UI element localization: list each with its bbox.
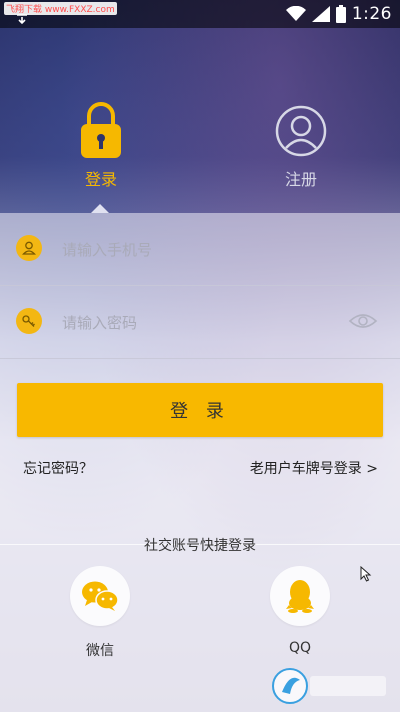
forgot-password-link[interactable]: 忘记密码？ (23, 458, 93, 478)
key-icon (16, 308, 42, 334)
phone-input[interactable] (60, 233, 334, 267)
status-bar: 飞翔下载 www.FXXZ.com 1:26 (0, 0, 400, 28)
site-watermark-logo (272, 668, 386, 704)
download-icon (17, 14, 27, 25)
battery-icon (335, 5, 346, 23)
qq-label: QQ (288, 640, 312, 656)
qq-icon (286, 580, 314, 613)
tab-register-label: 注册 (284, 170, 317, 189)
eye-icon[interactable] (348, 310, 378, 332)
mouse-cursor-icon (360, 566, 372, 582)
wechat-icon (82, 581, 119, 611)
password-input[interactable] (60, 306, 334, 340)
password-field-row (0, 286, 400, 359)
old-user-plate-login-link[interactable]: 老用户车牌号登录 > (250, 458, 378, 478)
social-login-title: 社交账号快捷登录 (0, 535, 400, 555)
lock-icon (81, 102, 121, 158)
wechat-label: 微信 (86, 643, 114, 659)
tab-login[interactable]: 登录 (56, 100, 146, 190)
user-icon (16, 235, 42, 261)
tab-register[interactable]: 注册 (256, 100, 346, 190)
social-login-title-text: 社交账号快捷登录 (144, 538, 256, 554)
qq-login-button[interactable]: QQ (269, 566, 331, 656)
clock: 1:26 (351, 4, 392, 24)
status-icons: 1:26 (285, 4, 392, 24)
signal-icon (311, 6, 330, 22)
wechat-login-button[interactable]: 微信 (69, 566, 131, 660)
tab-login-label: 登录 (84, 170, 117, 189)
active-tab-pointer (91, 204, 109, 213)
wifi-icon (285, 6, 306, 21)
user-icon (275, 105, 327, 157)
login-button[interactable]: 登 录 (17, 383, 383, 437)
phone-field-row (0, 213, 400, 286)
